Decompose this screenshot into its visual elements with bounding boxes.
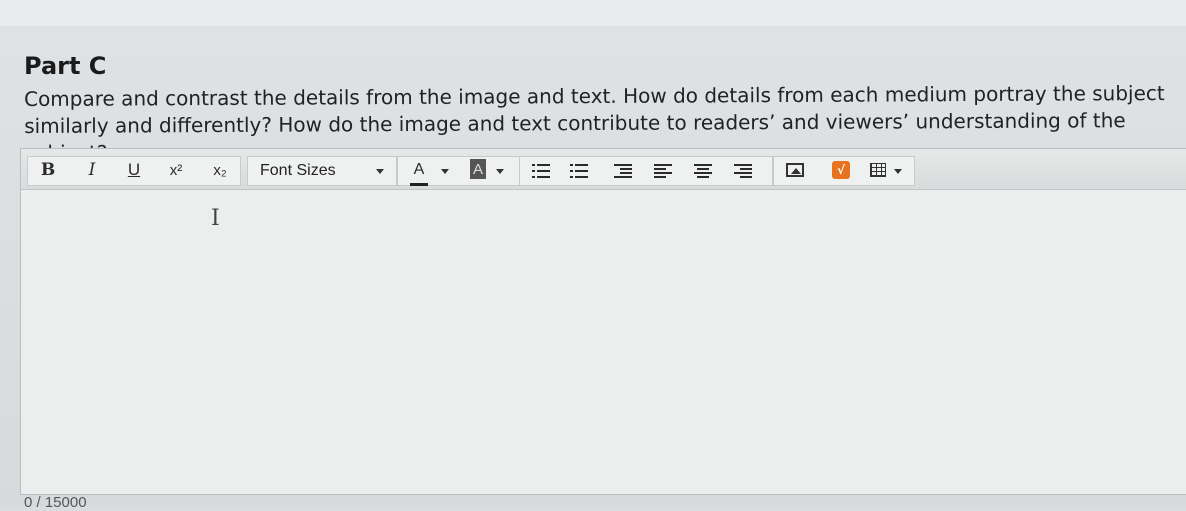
bullet-list-icon[interactable]	[532, 164, 550, 178]
math-equation-icon[interactable]: √	[832, 161, 850, 179]
insert-image-icon[interactable]	[786, 163, 804, 177]
chevron-down-icon	[496, 169, 504, 174]
subscript-button[interactable]: x₂	[207, 157, 233, 183]
editor-toolbar: B I U x² x₂ Font Sizes A A √	[21, 149, 1186, 190]
align-left-icon[interactable]	[654, 164, 672, 178]
top-strip	[0, 0, 1186, 26]
bold-button[interactable]: B	[37, 157, 59, 183]
rich-text-editor: B I U x² x₂ Font Sizes A A √ I	[20, 148, 1186, 495]
font-color-button[interactable]: A	[410, 157, 428, 186]
word-count: 0 / 15000	[24, 494, 87, 511]
numbered-list-icon[interactable]	[570, 164, 588, 178]
part-title: Part C	[24, 52, 107, 80]
underline-button[interactable]: U	[123, 157, 145, 183]
chevron-down-icon	[441, 169, 449, 174]
chevron-down-icon	[376, 169, 384, 174]
insert-group: √	[773, 156, 915, 186]
color-group: A A	[397, 156, 539, 186]
highlight-color-button[interactable]: A	[470, 159, 486, 179]
chevron-down-icon	[894, 169, 902, 174]
font-sizes-select[interactable]: Font Sizes	[247, 156, 397, 186]
text-cursor: I	[211, 206, 220, 231]
font-sizes-label: Font Sizes	[260, 162, 336, 179]
indent-icon[interactable]	[614, 164, 632, 178]
table-icon[interactable]	[870, 163, 886, 177]
editor-content-area[interactable]: I	[21, 190, 1186, 494]
italic-button[interactable]: I	[81, 157, 103, 183]
list-align-group	[519, 156, 773, 186]
align-center-icon[interactable]	[694, 164, 712, 178]
align-right-icon[interactable]	[734, 164, 752, 178]
superscript-button[interactable]: x²	[163, 157, 189, 183]
